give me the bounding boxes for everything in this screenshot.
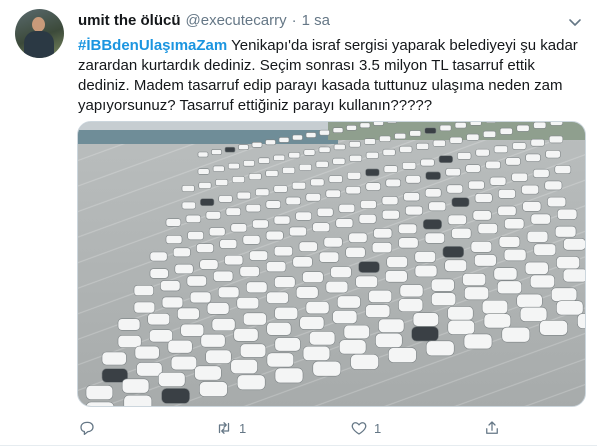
tweet-header: umit the ölücü @executecarry · 1 sa <box>78 12 330 32</box>
reply-icon <box>78 419 96 437</box>
tweet-actions: 1 1 <box>78 418 498 438</box>
retweet-icon <box>215 419 233 437</box>
author-name[interactable]: umit the ölücü <box>78 12 181 29</box>
avatar[interactable] <box>15 9 64 58</box>
heart-icon <box>350 419 368 437</box>
share-icon <box>483 419 501 437</box>
chevron-down-icon[interactable] <box>567 14 583 30</box>
reply-button[interactable] <box>78 418 102 438</box>
share-button[interactable] <box>483 418 507 438</box>
timestamp[interactable]: 1 sa <box>302 12 330 29</box>
separator: · <box>292 12 297 29</box>
avatar-body <box>24 31 54 58</box>
author-handle[interactable]: @executecarry <box>186 12 287 29</box>
tweet[interactable]: umit the ölücü @executecarry · 1 sa #İBB… <box>0 0 597 446</box>
tweet-text: #İBBdenUlaşımaZam Yenikapı'da israf serg… <box>78 36 578 116</box>
hashtag-link[interactable]: #İBBdenUlaşımaZam <box>78 37 227 54</box>
avatar-head <box>32 17 45 32</box>
tweet-photo[interactable] <box>77 121 586 407</box>
retweet-button[interactable]: 1 <box>215 418 246 438</box>
retweet-count: 1 <box>239 421 246 436</box>
cars-layer <box>78 122 586 407</box>
like-button[interactable]: 1 <box>350 418 381 438</box>
like-count: 1 <box>374 421 381 436</box>
